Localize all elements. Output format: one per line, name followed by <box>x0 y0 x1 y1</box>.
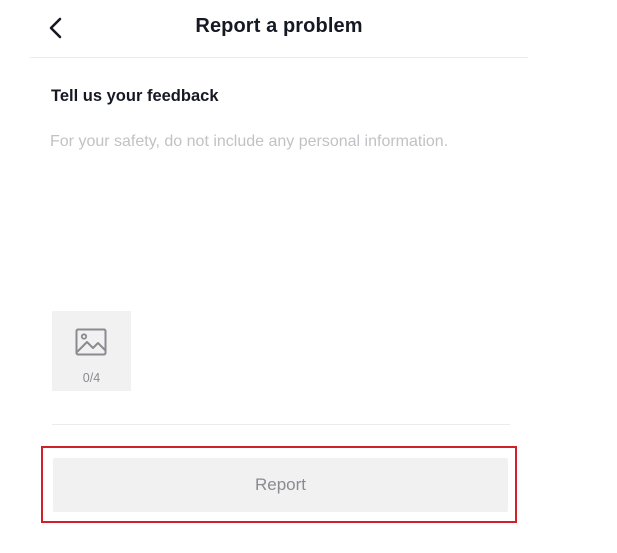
image-icon <box>75 328 107 356</box>
page-title: Report a problem <box>195 15 363 37</box>
feedback-input[interactable] <box>50 130 520 300</box>
report-button[interactable]: Report <box>53 458 508 512</box>
image-count: 0/4 <box>82 371 101 385</box>
divider <box>52 424 510 425</box>
feedback-heading: Tell us your feedback <box>51 87 219 105</box>
top-bar: Report a problem <box>30 0 528 58</box>
